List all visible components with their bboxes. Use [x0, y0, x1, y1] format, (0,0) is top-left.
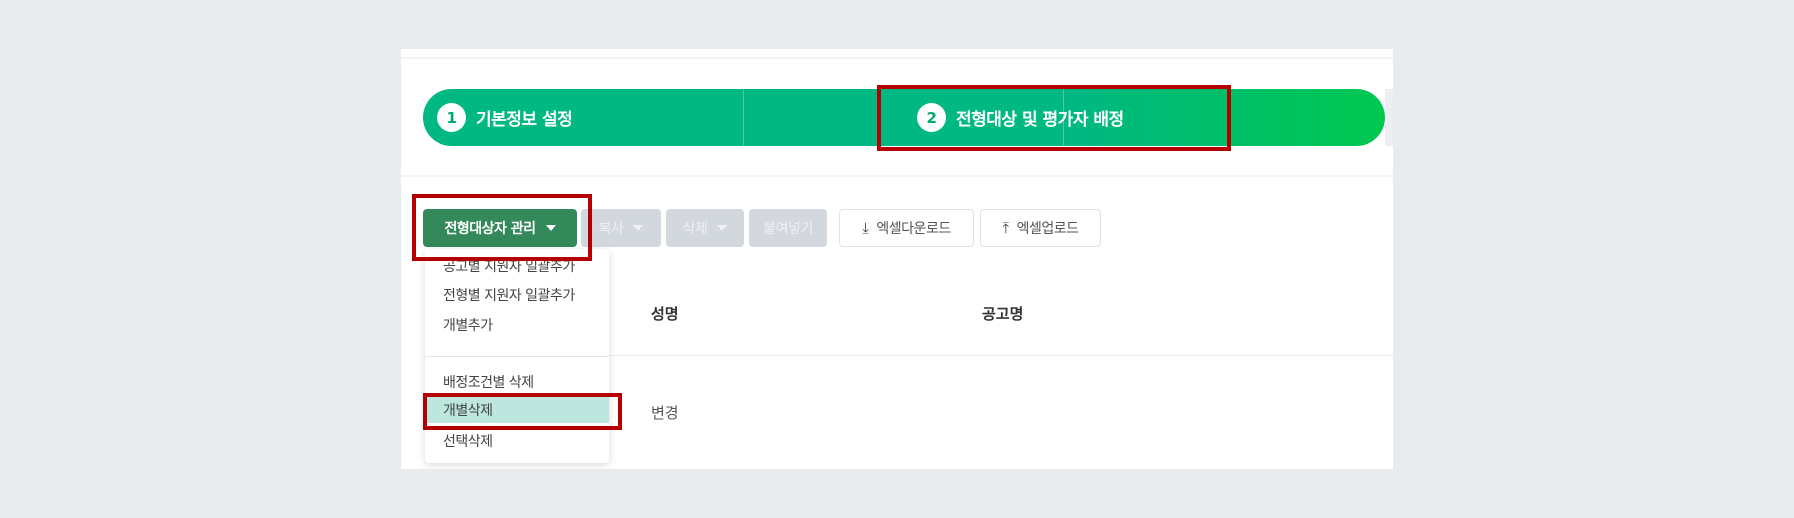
step-label: 전형대상 및 평가자 배정 — [956, 110, 1124, 130]
chevron-down-icon — [633, 225, 644, 231]
step-bar-tail — [1385, 89, 1393, 146]
excel-download-label: 엑셀다운로드 — [876, 221, 951, 237]
copy-label: 복사 — [598, 221, 624, 237]
paste-label: 붙여넣기 — [763, 221, 813, 237]
upload-icon: ⤒ — [1002, 219, 1009, 237]
step-1[interactable]: 1 기본정보 설정 — [437, 89, 573, 146]
divider — [401, 57, 1393, 59]
menu-separator — [425, 356, 609, 357]
step-divider — [743, 89, 744, 146]
step-2[interactable]: 2 전형대상 및 평가자 배정 — [917, 89, 1124, 146]
divider — [401, 175, 1393, 177]
chevron-down-icon — [545, 225, 556, 231]
download-icon: ⤓ — [862, 219, 869, 237]
menu-item-delete-by-condition[interactable]: 배정조건별 삭제 — [425, 369, 609, 395]
column-header-name: 성명 — [651, 305, 679, 323]
main-panel: 1 기본정보 설정 2 전형대상 및 평가자 배정 전형대상자 관리 복사 삭제… — [401, 49, 1393, 469]
step-number: 2 — [917, 103, 946, 132]
column-header-posting: 공고명 — [982, 305, 1024, 323]
delete-button[interactable]: 삭제 — [666, 209, 744, 247]
menu-item-selected-delete[interactable]: 선택삭제 — [425, 428, 609, 454]
manage-dropdown-menu: 공고별 지원자 일괄추가 전형별 지원자 일괄추가 개별추가 배정조건별 삭제 … — [425, 249, 609, 463]
menu-item-individual-add[interactable]: 개별추가 — [425, 312, 609, 338]
excel-upload-label: 엑셀업로드 — [1016, 221, 1079, 237]
step-progress-bar: 1 기본정보 설정 2 전형대상 및 평가자 배정 — [423, 89, 1385, 146]
table-row-divider — [601, 355, 1393, 356]
excel-upload-button[interactable]: ⤒ 엑셀업로드 — [980, 209, 1101, 247]
paste-button[interactable]: 붙여넣기 — [749, 209, 827, 247]
menu-item-individual-delete[interactable]: 개별삭제 — [425, 397, 609, 423]
copy-button[interactable]: 복사 — [581, 209, 661, 247]
excel-download-button[interactable]: ⤓ 엑셀다운로드 — [839, 209, 974, 247]
step-number: 1 — [437, 103, 466, 132]
manage-candidates-button[interactable]: 전형대상자 관리 — [423, 209, 577, 247]
menu-item-bulk-add-by-stage[interactable]: 전형별 지원자 일괄추가 — [425, 282, 609, 308]
menu-item-bulk-add-by-posting[interactable]: 공고별 지원자 일괄추가 — [425, 253, 609, 279]
chevron-down-icon — [717, 225, 728, 231]
table-cell[interactable]: 변경 — [651, 402, 679, 423]
step-label: 기본정보 설정 — [476, 110, 573, 130]
delete-label: 삭제 — [682, 221, 708, 237]
manage-candidates-label: 전형대상자 관리 — [444, 221, 536, 237]
